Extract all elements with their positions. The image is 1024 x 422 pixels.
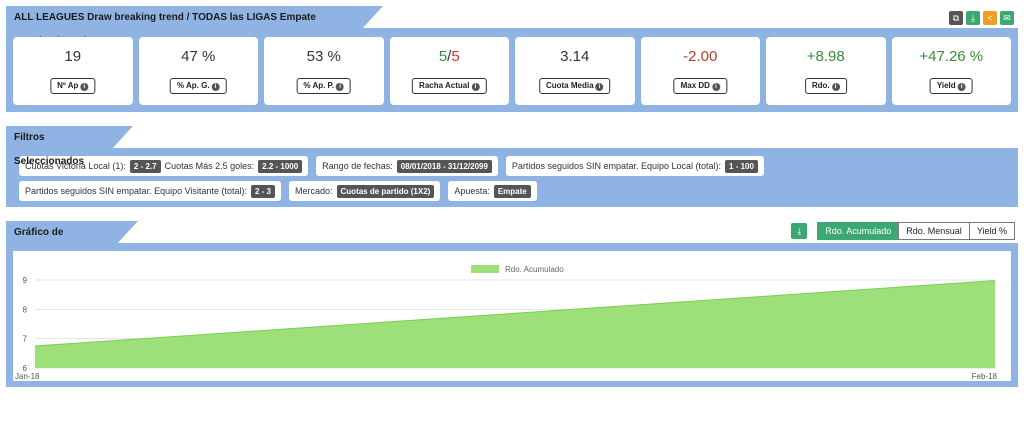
- y-tick-label: 9: [23, 276, 28, 285]
- filter-value-badge: Empate: [493, 184, 531, 198]
- stat-card-yield: +47.26 % Yield i: [891, 37, 1011, 105]
- info-icon: i: [957, 83, 966, 91]
- series-area: [35, 280, 995, 368]
- stat-label[interactable]: Max DD i: [673, 78, 727, 94]
- header-rule: [6, 28, 1018, 30]
- filter-market: Mercado: Cuotas de partido (1X2): [288, 181, 441, 201]
- stat-card-cuota-media: 3.14 Cuota Media i: [515, 37, 635, 105]
- strategy-header: ALL LEAGUES Draw breaking trend / TODAS …: [6, 6, 1018, 47]
- info-icon: i: [211, 83, 220, 91]
- share-toolbar: ⧉ ⤓ < ✉: [949, 11, 1014, 25]
- legend-swatch: [471, 265, 499, 273]
- filter-bet: Apuesta: Empate: [448, 181, 537, 201]
- stat-label-text: Rdo.: [811, 81, 830, 90]
- filter-label: Rango de fechas:: [322, 161, 393, 171]
- info-icon: i: [336, 83, 345, 91]
- filter-value-badge: 2.2 - 1000: [258, 159, 303, 173]
- legend-label: Rdo. Acumulado: [505, 265, 564, 274]
- filters-row: Partidos seguidos SIN empatar. Equipo Vi…: [19, 181, 1011, 201]
- stat-label-text: Cuota Media: [545, 81, 594, 90]
- chart-area: 6 7 8 9 Jan-18 Feb-18 Rdo. Acumulado: [13, 251, 1011, 381]
- stat-value: +8.98: [806, 48, 845, 65]
- filter-value-badge: 08/01/2018 - 31/12/2099: [396, 159, 492, 173]
- filter-label: Cuotas Más 2.5 goles:: [164, 161, 255, 171]
- filters-header: Filtros Seleccionados: [6, 126, 1018, 167]
- header-rule: [6, 243, 1018, 245]
- stat-value: 47 %: [181, 48, 216, 65]
- download-icon[interactable]: ⤓: [791, 223, 808, 239]
- stat-card-pct-ap-p: 53 % % Ap. P. i: [264, 37, 384, 105]
- email-icon[interactable]: ✉: [1000, 11, 1014, 25]
- filter-label: Partidos seguidos SIN empatar. Equipo Vi…: [25, 186, 247, 196]
- download-icon[interactable]: ⤓: [966, 11, 980, 25]
- stat-value: +47.26 %: [919, 48, 984, 65]
- stat-label-text: Nº Ap: [57, 81, 79, 90]
- filter-label: Apuesta:: [454, 186, 490, 196]
- chart-title: Gráfico de Resultados: [6, 221, 138, 262]
- info-icon: i: [80, 83, 89, 91]
- info-icon: i: [711, 83, 720, 91]
- filters-panel: Cuotas Victoria Local (1): 2 - 2.7 Cuota…: [6, 150, 1018, 207]
- copy-icon[interactable]: ⧉: [949, 11, 963, 25]
- stat-value: 19: [64, 48, 82, 65]
- filter-home-no-draw: Partidos seguidos SIN empatar. Equipo Lo…: [505, 156, 764, 176]
- chart-header: Gráfico de Resultados ⤓ Rdo. Acumulado R…: [6, 221, 1018, 262]
- stat-label-text: Max DD: [680, 81, 710, 90]
- stat-label[interactable]: Nº Ap i: [50, 78, 96, 94]
- stat-label-text: % Ap. G.: [176, 81, 210, 90]
- filter-away-no-draw: Partidos seguidos SIN empatar. Equipo Vi…: [19, 181, 281, 201]
- racha-lost: 5: [451, 48, 460, 65]
- y-tick-label: 8: [23, 305, 28, 314]
- filter-value-badge: 2 - 2.7: [129, 159, 161, 173]
- stat-label-text: Yield: [936, 81, 956, 90]
- stat-value: 5/5: [390, 48, 510, 65]
- stat-label[interactable]: Racha Actual i: [412, 78, 487, 94]
- x-tick-label: Feb-18: [972, 372, 998, 381]
- filter-value-badge: Cuotas de partido (1X2): [336, 184, 435, 198]
- y-tick-label: 7: [23, 335, 28, 344]
- stat-card-rdo: +8.98 Rdo. i: [766, 37, 886, 105]
- filter-value-badge: 2 - 3: [250, 184, 275, 198]
- strategy-title: ALL LEAGUES Draw breaking trend / TODAS …: [6, 6, 383, 47]
- info-icon: i: [471, 83, 480, 91]
- filters-title: Filtros Seleccionados: [6, 126, 133, 167]
- filter-label: Partidos seguidos SIN empatar. Equipo Lo…: [511, 161, 722, 171]
- filters-row: Cuotas Victoria Local (1): 2 - 2.7 Cuota…: [19, 156, 1011, 176]
- stat-value: 3.14: [560, 48, 590, 65]
- stat-label[interactable]: Yield i: [929, 78, 973, 94]
- x-tick-label: Jan-18: [15, 372, 40, 381]
- stat-label-text: Racha Actual: [419, 81, 470, 90]
- header-rule: [6, 148, 1018, 150]
- filter-value-badge: 1 - 100: [725, 159, 758, 173]
- stat-card-pct-ap-g: 47 % % Ap. G. i: [138, 37, 258, 105]
- stat-label[interactable]: % Ap. G. i: [169, 78, 227, 94]
- stat-label-text: % Ap. P.: [303, 81, 335, 90]
- share-icon[interactable]: <: [983, 11, 997, 25]
- results-chart: 6789Jan-18 Feb-18Rdo. Acumulado: [15, 265, 998, 381]
- filter-label: Mercado:: [294, 186, 333, 196]
- stat-value: -2.00: [683, 48, 718, 65]
- tab-rdo-mensual[interactable]: Rdo. Mensual: [898, 222, 970, 240]
- chart-toolbar: ⤓ Rdo. Acumulado Rdo. Mensual Yield %: [791, 222, 1015, 240]
- tab-rdo-acumulado[interactable]: Rdo. Acumulado: [817, 222, 900, 240]
- filter-date-range: Rango de fechas: 08/01/2018 - 31/12/2099: [316, 156, 498, 176]
- stat-label[interactable]: % Ap. P. i: [296, 78, 352, 94]
- chart-panel: 6 7 8 9 Jan-18 Feb-18 Rdo. Acumulado: [6, 245, 1018, 387]
- stat-value: 53 %: [306, 48, 341, 65]
- stat-card-n-ap: 19 Nº Ap i: [13, 37, 133, 105]
- stats-panel: 19 Nº Ap i 47 % % Ap. G. i 53 % % Ap. P. i …: [6, 30, 1018, 112]
- info-icon: i: [595, 83, 604, 91]
- tab-yield[interactable]: Yield %: [968, 222, 1015, 240]
- info-icon: i: [831, 83, 840, 91]
- stat-card-max-dd: -2.00 Max DD i: [640, 37, 760, 105]
- stat-card-racha-actual: 5/5 Racha Actual i: [389, 37, 510, 105]
- racha-won: 5: [438, 48, 448, 65]
- stat-label[interactable]: Cuota Media i: [538, 78, 611, 94]
- stat-label[interactable]: Rdo. i: [804, 78, 847, 94]
